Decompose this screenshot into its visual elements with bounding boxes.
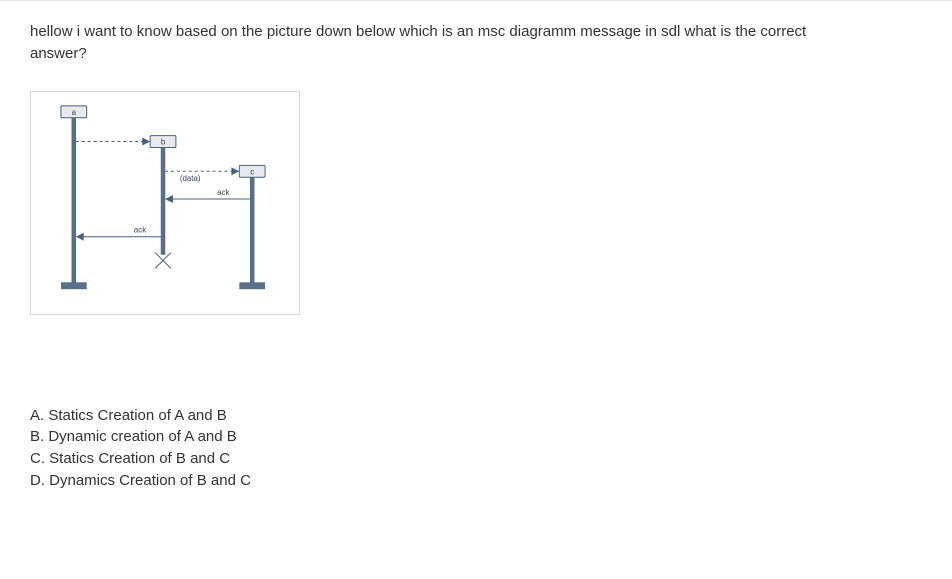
option-c[interactable]: C. Statics Creation of B and C — [30, 448, 922, 470]
msg-label-data: (data) — [180, 174, 201, 183]
msc-diagram: a b (data) c ack — [30, 91, 300, 315]
msc-svg: a b (data) c ack — [31, 92, 299, 314]
ack-arrowhead-c-b — [165, 195, 173, 203]
page-top-divider — [0, 0, 952, 1]
answer-options: A. Statics Creation of A and B B. Dynami… — [30, 405, 922, 492]
option-a[interactable]: A. Statics Creation of A and B — [30, 405, 922, 427]
lifeline-foot-c — [239, 282, 265, 289]
msg-label-ack-bc: ack — [217, 188, 229, 197]
lifeline-bar-b — [161, 147, 165, 254]
lifeline-bar-a — [72, 117, 76, 282]
question-line-1: hellow i want to know based on the pictu… — [30, 23, 806, 40]
terminate-icon — [155, 252, 171, 268]
option-b[interactable]: B. Dynamic creation of A and B — [30, 426, 922, 448]
lifeline-label-b: b — [161, 137, 166, 146]
msg-label-ack-ab: ack — [134, 225, 146, 234]
ack-arrowhead-b-a — [76, 232, 84, 240]
lifeline-label-c: c — [250, 167, 254, 176]
create-arrowhead-a-b — [142, 137, 150, 145]
lifeline-label-a: a — [72, 107, 77, 116]
lifeline-foot-a — [61, 282, 87, 289]
question-line-2: answer? — [30, 45, 87, 62]
lifeline-bar-c — [250, 177, 254, 282]
question-text: hellow i want to know based on the pictu… — [30, 21, 922, 65]
option-d[interactable]: D. Dynamics Creation of B and C — [30, 470, 922, 492]
create-arrowhead-b-c — [231, 167, 239, 175]
